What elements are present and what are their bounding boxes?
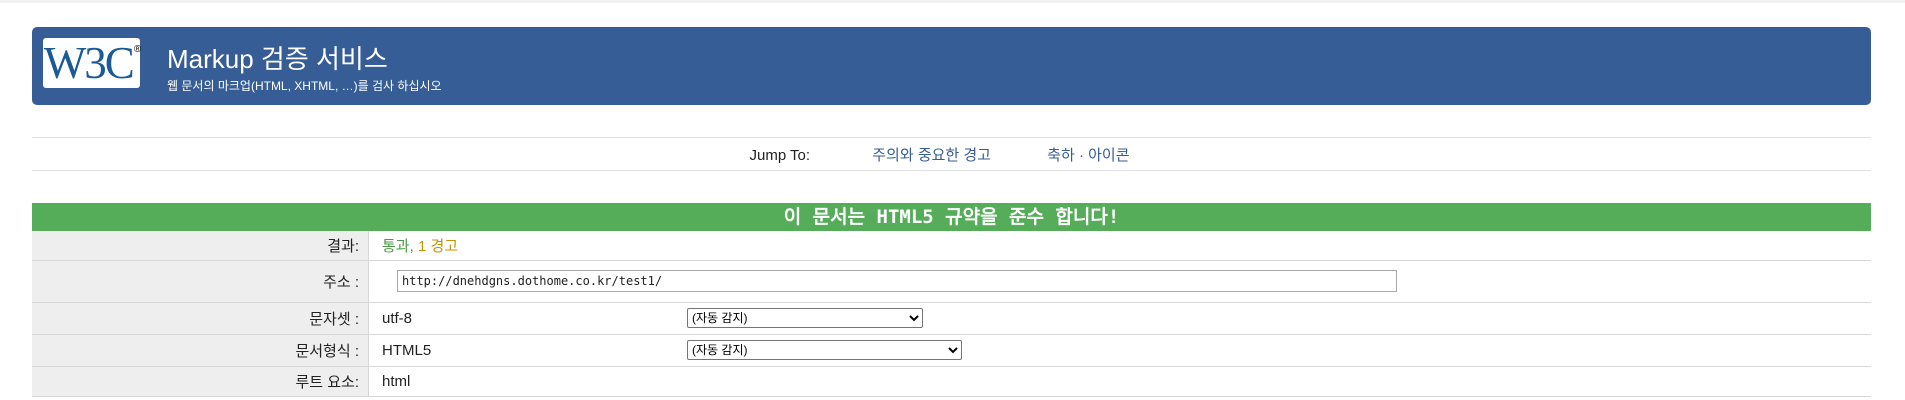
warning-count[interactable]: 1 경고 <box>418 238 458 255</box>
w3c-logo[interactable]: W3C ® <box>43 38 142 88</box>
address-input[interactable] <box>397 270 1397 292</box>
jump-link-warnings[interactable]: 주의와 중요한 경고 <box>872 147 991 164</box>
logo-text: W3C <box>43 38 135 88</box>
root-element-row: 루트 요소: html <box>32 366 1871 397</box>
root-element-label: 루트 요소: <box>32 366 369 397</box>
result-banner: 이 문서는 HTML5 규약을 준수 합니다! <box>32 203 1871 231</box>
root-element-value: html <box>368 366 1871 397</box>
address-cell <box>368 260 1871 303</box>
jump-divider-top <box>32 137 1871 138</box>
doctype-row: 문서형식 : HTML5 (자동 감지) <box>32 334 1871 367</box>
doctype-select[interactable]: (자동 감지) <box>687 340 962 360</box>
pass-text: 통과, <box>382 237 414 255</box>
charset-select[interactable]: (자동 감지) <box>687 308 923 328</box>
doctype-label: 문서형식 : <box>32 334 369 367</box>
jump-link-congrats[interactable]: 축하 · 아이콘 <box>1047 147 1129 164</box>
doctype-cell: HTML5 (자동 감지) <box>368 334 1871 367</box>
charset-value: utf-8 <box>382 309 413 327</box>
jump-divider-bottom <box>32 170 1871 171</box>
page-title: Markup 검증 서비스 <box>167 44 388 74</box>
doctype-value: HTML5 <box>382 341 432 359</box>
result-row: 결과: 통과, 1 경고 <box>32 231 1871 261</box>
result-table: 결과: 통과, 1 경고 주소 : 문자셋 : utf-8 (자동 감지) 문서… <box>32 231 1871 397</box>
top-divider <box>0 0 1905 3</box>
charset-cell: utf-8 (자동 감지) <box>368 302 1871 335</box>
charset-label: 문자셋 : <box>32 302 369 335</box>
result-label: 결과: <box>32 231 369 261</box>
jump-nav: Jump To: 주의와 중요한 경고 축하 · 아이콘 <box>0 144 1905 165</box>
logo-registered-mark: ® <box>133 43 142 55</box>
page-subtitle: 웹 문서의 마크업(HTML, XHTML, …)를 검사 하십시오 <box>167 79 442 93</box>
header-banner: W3C ® Markup 검증 서비스 웹 문서의 마크업(HTML, XHTML… <box>32 27 1871 105</box>
jump-label: Jump To: <box>749 147 811 164</box>
address-label: 주소 : <box>32 260 369 303</box>
result-value: 통과, 1 경고 <box>368 231 1871 261</box>
charset-row: 문자셋 : utf-8 (자동 감지) <box>32 302 1871 335</box>
address-row: 주소 : <box>32 260 1871 303</box>
